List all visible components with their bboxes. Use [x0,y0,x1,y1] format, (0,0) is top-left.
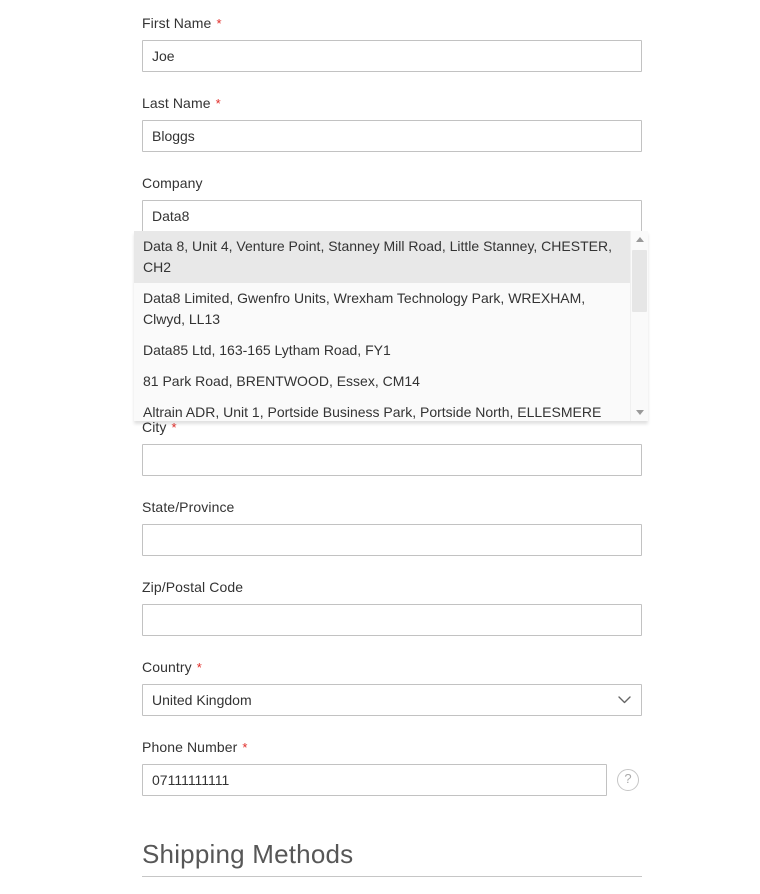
last-name-required-marker: * [215,96,221,111]
country-select-wrap: United Kingdom [142,684,642,716]
last-name-label: Last Name * [142,94,642,113]
country-control: United Kingdom [142,684,642,716]
state-province-label-text: State/Province [142,499,235,515]
triangle-down-icon[interactable] [631,404,648,421]
field-phone-number: Phone Number * ? [142,738,639,796]
scrollbar-thumb[interactable] [632,250,647,312]
city-control [142,444,642,476]
list-item[interactable]: Altrain ADR, Unit 1, Portside Business P… [134,397,631,421]
autocomplete-scrollbar[interactable] [630,231,648,421]
state-province-label: State/Province [142,498,642,517]
phone-number-input[interactable] [142,764,607,796]
field-state-province: State/Province [142,498,642,556]
list-item[interactable]: Data85 Ltd, 163-165 Lytham Road, FY1 [134,335,631,366]
field-last-name: Last Name * [142,94,642,152]
last-name-control [142,120,642,152]
list-item[interactable]: Data8 Limited, Gwenfro Units, Wrexham Te… [134,283,631,335]
phone-number-label: Phone Number * [142,738,639,757]
shipping-methods-section: Shipping Methods [142,838,642,877]
company-label-text: Company [142,175,203,191]
list-item[interactable]: 81 Park Road, BRENTWOOD, Essex, CM14 [134,366,631,397]
field-company: Company [142,174,642,232]
list-item[interactable]: Data 8, Unit 4, Venture Point, Stanney M… [134,231,631,283]
autocomplete-list: Data 8, Unit 4, Venture Point, Stanney M… [134,231,631,421]
last-name-label-text: Last Name [142,95,211,111]
zip-postal-code-label: Zip/Postal Code [142,578,642,597]
first-name-control [142,40,642,72]
first-name-required-marker: * [216,16,222,31]
zip-postal-code-control [142,604,642,636]
country-label-text: Country [142,659,192,675]
phone-number-required-marker: * [242,740,248,755]
phone-number-label-text: Phone Number [142,739,238,755]
triangle-up-icon[interactable] [631,231,648,248]
country-label: Country * [142,658,642,677]
triangle-up-glyph [635,237,644,242]
country-required-marker: * [196,660,202,675]
company-input[interactable] [142,200,642,232]
zip-postal-code-label-text: Zip/Postal Code [142,579,244,595]
country-select[interactable]: United Kingdom [142,684,642,716]
city-required-marker: * [171,420,177,435]
page-title: Shipping Methods [142,839,354,869]
zip-postal-code-input[interactable] [142,604,642,636]
state-province-control [142,524,642,556]
field-country: Country * United Kingdom [142,658,642,716]
first-name-label: First Name * [142,14,642,33]
company-address-autocomplete-dropdown[interactable]: Data 8, Unit 4, Venture Point, Stanney M… [134,231,648,421]
first-name-input[interactable] [142,40,642,72]
company-label: Company [142,174,642,193]
phone-number-control: ? [142,764,639,796]
city-label-text: City [142,419,167,435]
section-divider [142,876,642,877]
last-name-input[interactable] [142,120,642,152]
triangle-down-glyph [635,410,644,415]
first-name-label-text: First Name [142,15,212,31]
city-input[interactable] [142,444,642,476]
company-control [142,200,642,232]
field-first-name: First Name * [142,14,642,72]
question-mark-icon[interactable]: ? [617,769,639,791]
state-province-input[interactable] [142,524,642,556]
field-city: City * [142,418,642,476]
field-zip-postal-code: Zip/Postal Code [142,578,642,636]
